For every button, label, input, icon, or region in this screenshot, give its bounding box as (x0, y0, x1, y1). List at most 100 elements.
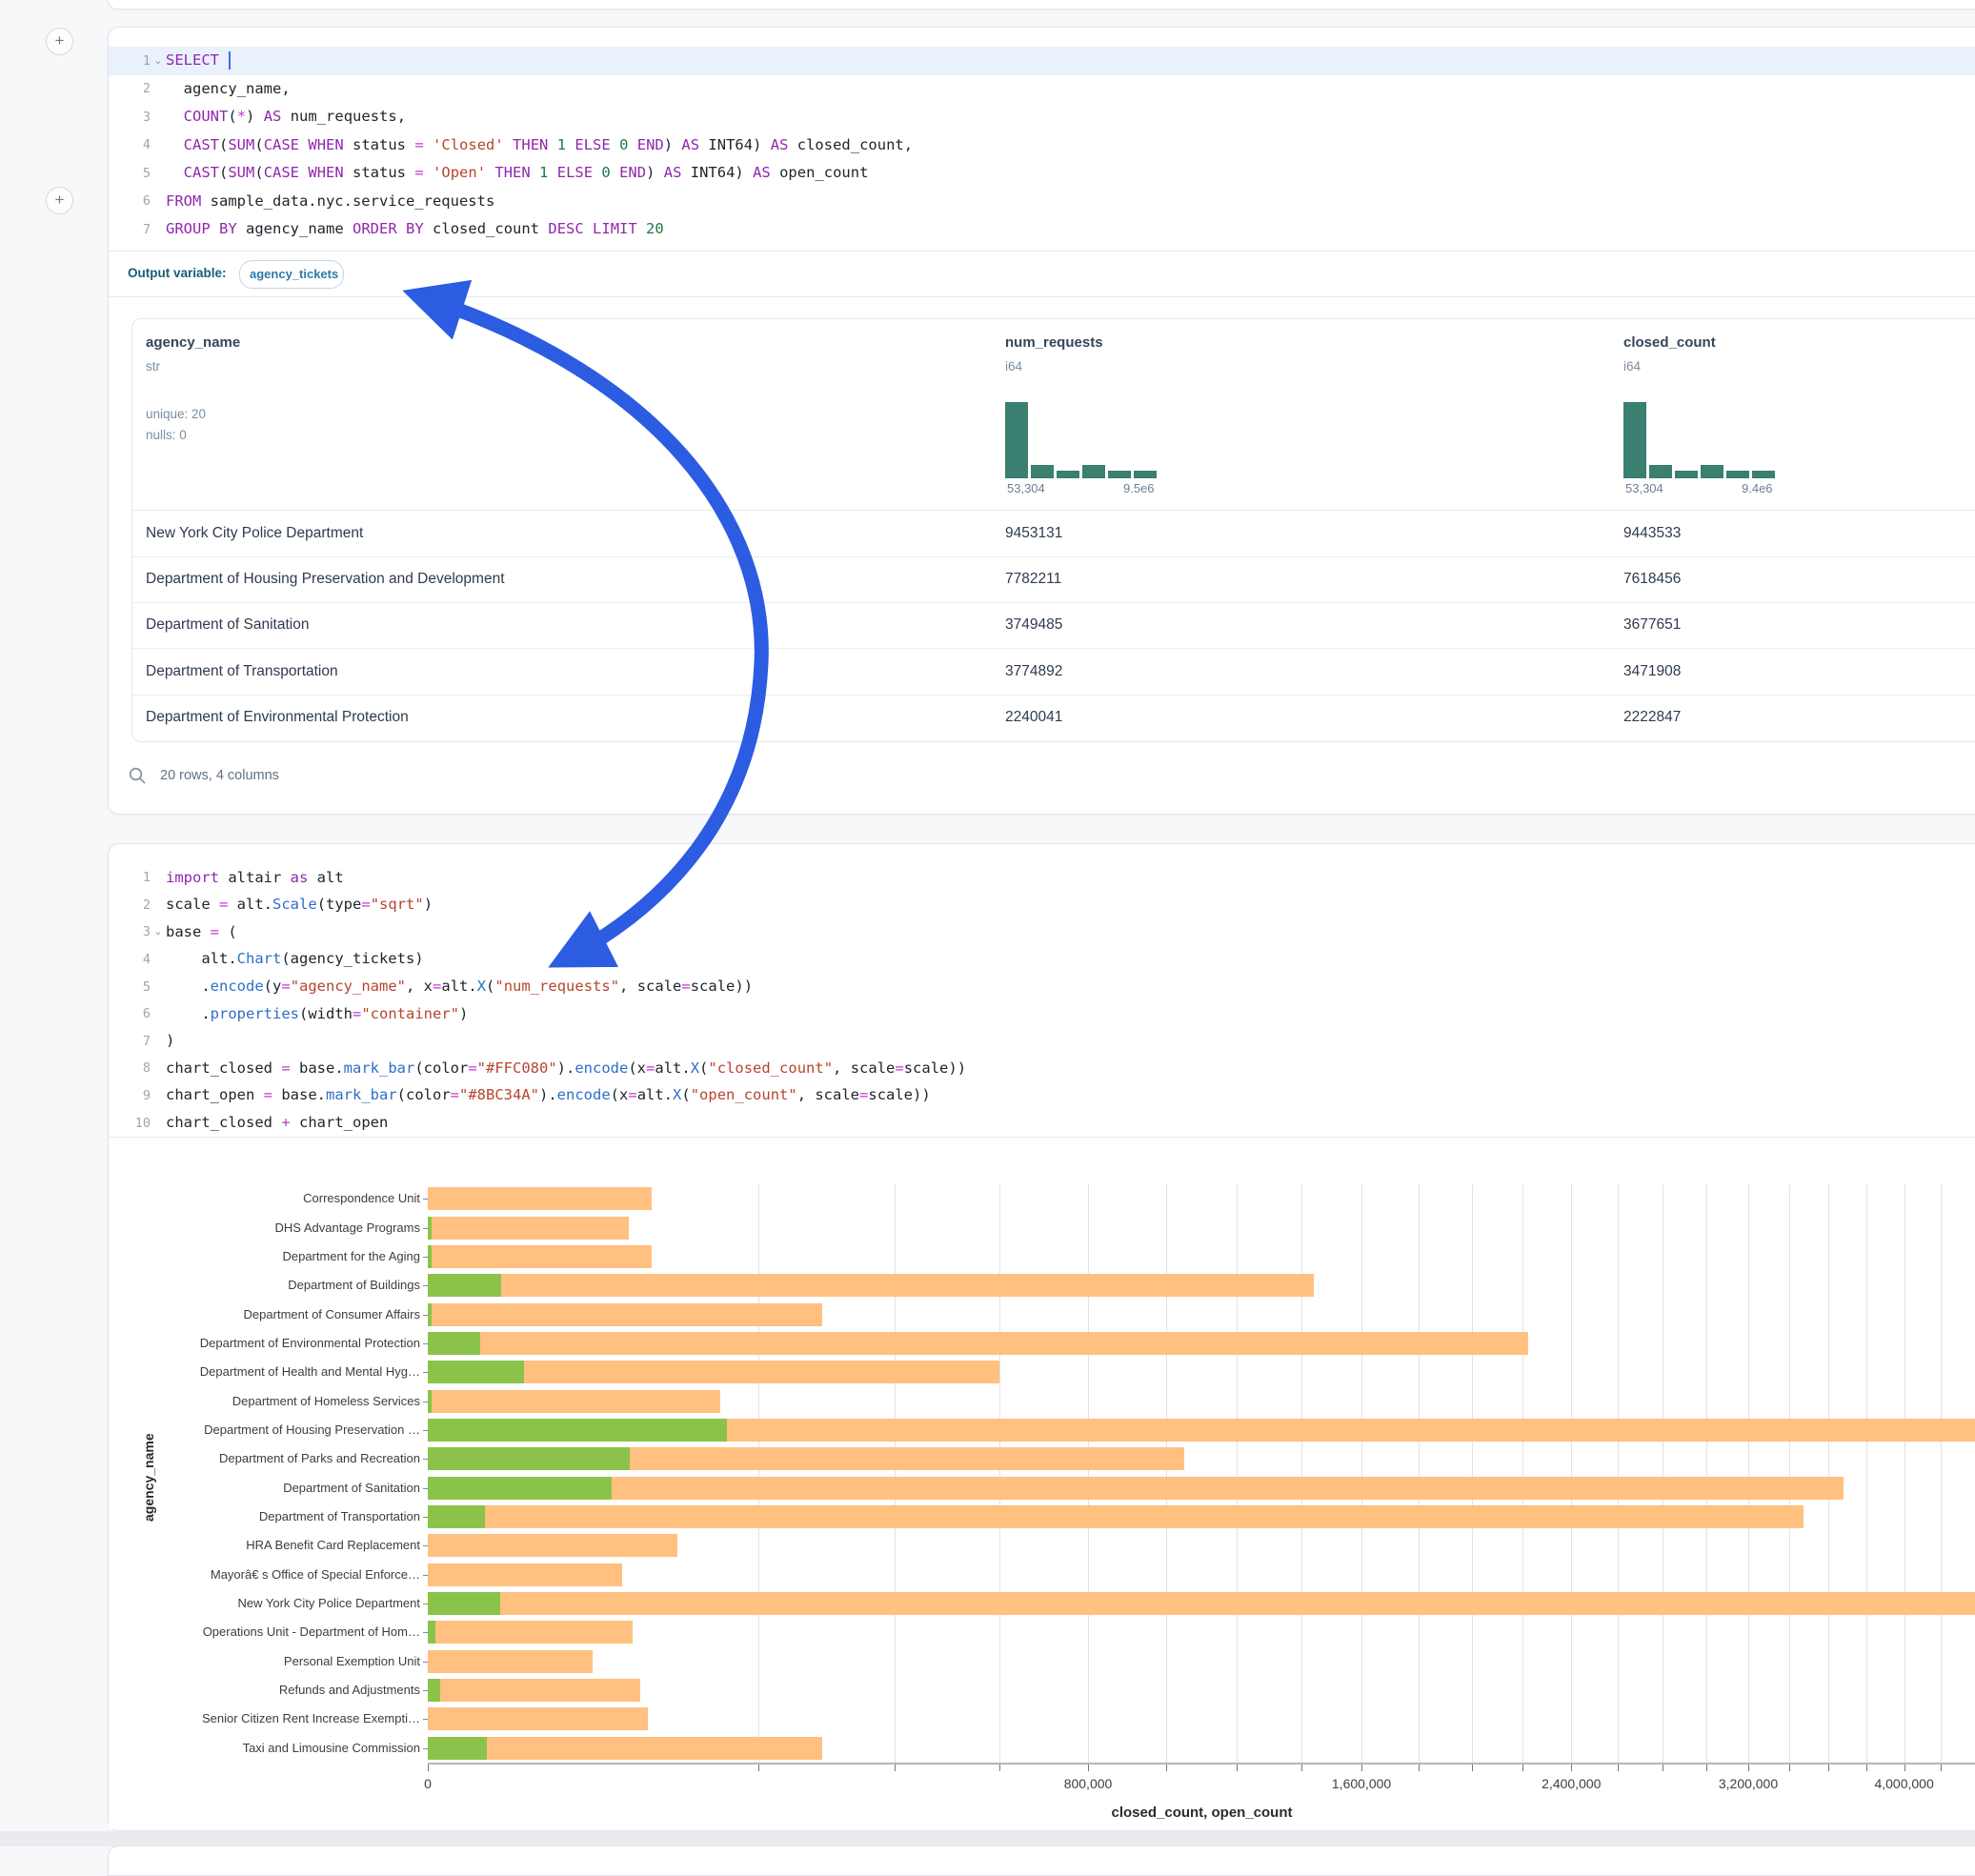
y-axis-label: Department of Environmental Protection (200, 1336, 420, 1350)
code-text[interactable]: alt.Chart(agency_tickets) (166, 952, 424, 967)
add-cell-button[interactable]: + (46, 187, 73, 214)
table-cell: 7618456 (1623, 556, 1975, 602)
code-text[interactable]: GROUP BY agency_name ORDER BY closed_cou… (166, 222, 664, 237)
code-line[interactable]: 8chart_closed = base.mark_bar(color="#FF… (109, 1055, 1975, 1082)
grid-line (1571, 1184, 1572, 1763)
line-number: 5 (109, 979, 151, 995)
code-line[interactable]: 10chart_closed + chart_open (109, 1109, 1975, 1137)
code-line[interactable]: 3 COUNT(*) AS num_requests, (109, 103, 1975, 131)
column-header-num_requests[interactable]: num_requestsi6453,3049.5e6 (1005, 319, 1577, 510)
code-line[interactable]: 6FROM sample_data.nyc.service_requests (109, 188, 1975, 216)
code-text[interactable]: .properties(width="container") (166, 1007, 468, 1022)
code-text[interactable]: COUNT(*) AS num_requests, (166, 110, 406, 125)
table-row-count: 20 rows, 4 columns (160, 768, 279, 783)
bar-open-count (428, 1621, 435, 1644)
search-icon[interactable] (128, 766, 147, 785)
code-text[interactable]: SELECT (166, 51, 231, 70)
table-header: agency_namestrunique: 20nulls: 0 num_requ… (132, 319, 1975, 511)
x-axis-tick (1571, 1765, 1572, 1771)
bar-closed-count (428, 1563, 622, 1586)
bar-closed-count (428, 1621, 633, 1644)
code-text[interactable]: scale = alt.Scale(type="sqrt") (166, 898, 433, 913)
code-text[interactable]: CAST(SUM(CASE WHEN status = 'Open' THEN … (166, 166, 868, 181)
bar-open-count (428, 1419, 727, 1442)
line-number: 1 (109, 53, 151, 69)
x-axis-tick (1706, 1765, 1707, 1771)
x-axis-tick (1789, 1765, 1790, 1771)
code-text[interactable]: .encode(y="agency_name", x=alt.X("num_re… (166, 979, 753, 995)
x-axis-tick (1941, 1765, 1942, 1771)
code-line[interactable]: 1import altair as alt (109, 864, 1975, 892)
histogram-bar (1057, 471, 1079, 478)
results-table: agency_namestrunique: 20nulls: 0 num_requ… (131, 318, 1975, 742)
code-text[interactable]: chart_closed + chart_open (166, 1116, 388, 1131)
code-text[interactable]: CAST(SUM(CASE WHEN status = 'Closed' THE… (166, 138, 913, 153)
line-number: 9 (109, 1088, 151, 1103)
histogram-bar (1726, 471, 1749, 478)
x-axis-tick (428, 1765, 429, 1771)
column-histogram (1623, 402, 1776, 478)
code-line[interactable]: 6 .properties(width="container") (109, 1000, 1975, 1028)
y-axis-tick (423, 1343, 428, 1344)
table-row: Department of Housing Preservation and D… (132, 556, 1975, 603)
code-text[interactable]: FROM sample_data.nyc.service_requests (166, 194, 494, 210)
code-line[interactable]: 5 CAST(SUM(CASE WHEN status = 'Open' THE… (109, 159, 1975, 188)
code-line[interactable]: 2scale = alt.Scale(type="sqrt") (109, 892, 1975, 919)
add-cell-button[interactable]: + (46, 28, 73, 55)
y-axis-tick (423, 1285, 428, 1286)
grid-line (1904, 1184, 1905, 1763)
table-cell: 3677651 (1623, 602, 1975, 648)
x-axis-tick (999, 1765, 1000, 1771)
bar-closed-count (428, 1679, 640, 1702)
output-variable-pill[interactable]: agency_tickets (239, 260, 344, 289)
y-axis-label: Department of Sanitation (283, 1481, 420, 1495)
column-header-agency_name[interactable]: agency_namestrunique: 20nulls: 0 (146, 319, 717, 510)
text-cursor (229, 51, 231, 70)
code-line[interactable]: 7) (109, 1028, 1975, 1056)
code-line[interactable]: 3⌄base = ( (109, 918, 1975, 946)
grid-line (1941, 1184, 1942, 1763)
sql-editor[interactable]: 1⌄SELECT 2 agency_name,3 COUNT(*) AS num… (109, 47, 1975, 244)
code-text[interactable]: base = ( (166, 925, 237, 940)
column-header-closed_count[interactable]: closed_counti6453,3049.4e6 (1623, 319, 1975, 510)
x-axis-line (428, 1763, 1975, 1765)
python-cell-card: 1import altair as alt2scale = alt.Scale(… (108, 843, 1975, 1831)
table-row: Department of Environmental Protection22… (132, 695, 1975, 740)
code-text[interactable]: import altair as alt (166, 871, 344, 886)
sql-cell-card: 1⌄SELECT 2 agency_name,3 COUNT(*) AS num… (108, 27, 1975, 815)
grid-line (1828, 1184, 1829, 1763)
table-cell: Department of Environmental Protection (146, 695, 756, 740)
column-histogram (1005, 402, 1158, 478)
code-line[interactable]: 9 chart_open = base.mark_bar(color="#8BC3… (109, 1082, 1975, 1110)
x-axis-tick (1828, 1765, 1829, 1771)
code-text[interactable]: ) (166, 1034, 174, 1049)
column-stat: nulls: 0 (146, 428, 187, 442)
code-line[interactable]: 4 alt.Chart(agency_tickets) (109, 946, 1975, 974)
code-text[interactable]: agency_name, (166, 82, 291, 97)
x-axis-tick (1472, 1765, 1473, 1771)
fold-chevron-icon[interactable]: ⌄ (151, 56, 166, 66)
code-line[interactable]: 5 .encode(y="agency_name", x=alt.X("num_… (109, 973, 1975, 1000)
table-cell: 7782211 (1005, 556, 1615, 602)
code-line[interactable]: 2 agency_name, (109, 75, 1975, 104)
fold-chevron-icon[interactable]: ⌄ (151, 927, 166, 937)
code-text[interactable]: chart_closed = base.mark_bar(color="#FFC… (166, 1061, 966, 1077)
code-line[interactable]: 7GROUP BY agency_name ORDER BY closed_co… (109, 215, 1975, 244)
column-type: i64 (1623, 359, 1641, 373)
page-background-band (0, 1831, 1975, 1846)
table-row: Department of Sanitation37494853677651 (132, 602, 1975, 649)
table-cell: 9453131 (1005, 511, 1615, 556)
line-number: 5 (109, 166, 151, 181)
x-axis-tick (1088, 1765, 1089, 1771)
code-line[interactable]: 1⌄SELECT (109, 47, 1975, 75)
histogram-max-label: 9.4e6 (1742, 481, 1773, 495)
line-number: 7 (109, 1034, 151, 1049)
code-line[interactable]: 4 CAST(SUM(CASE WHEN status = 'Closed' T… (109, 131, 1975, 160)
code-text[interactable]: chart_open = base.mark_bar(color="#8BC34… (166, 1088, 931, 1103)
bar-open-count (428, 1477, 612, 1500)
python-editor[interactable]: 1import altair as alt2scale = alt.Scale(… (109, 864, 1975, 1137)
bar-open-count (428, 1390, 432, 1413)
x-axis-tick (1866, 1765, 1867, 1771)
y-axis-tick (423, 1488, 428, 1489)
bar-closed-count (428, 1592, 1975, 1615)
